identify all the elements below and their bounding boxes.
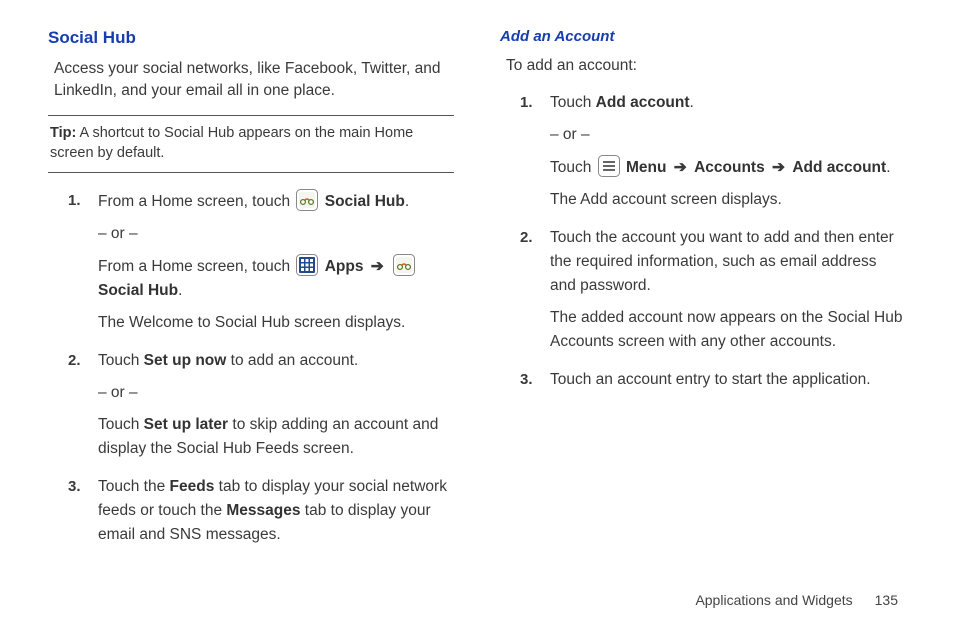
tip-text: A shortcut to Social Hub appears on the …: [50, 125, 413, 161]
step-text: Touch the account you want to add and th…: [550, 226, 906, 298]
bold-accounts: Accounts: [694, 159, 765, 176]
step-text: The added account now appears on the Soc…: [550, 306, 906, 354]
period: .: [178, 282, 182, 299]
bold-add-account: Add account: [792, 159, 886, 176]
step-text: From a Home screen, touch: [98, 258, 294, 275]
step-text: The Add account screen displays.: [550, 188, 906, 212]
bold-messages: Messages: [226, 502, 300, 519]
arrow-icon: ➔: [671, 159, 690, 176]
list-item: From a Home screen, touch Social Hub. – …: [48, 189, 454, 335]
bold-feeds: Feeds: [170, 478, 215, 495]
arrow-icon: ➔: [769, 159, 788, 176]
bold-social-hub: Social Hub: [325, 193, 405, 210]
step-text: Touch: [98, 416, 144, 433]
intro-text: Access your social networks, like Facebo…: [54, 58, 454, 101]
or-text: – or –: [550, 123, 906, 147]
steps-list-right: Touch Add account. – or – Touch Menu ➔ A…: [500, 91, 906, 392]
steps-list-left: From a Home screen, touch Social Hub. – …: [48, 189, 454, 547]
menu-icon: [598, 155, 620, 177]
list-item: Touch the Feeds tab to display your soci…: [48, 475, 454, 547]
arrow-icon: ➔: [368, 258, 387, 275]
page-number: 135: [875, 592, 898, 608]
period: .: [690, 94, 694, 111]
step-text: From a Home screen, touch: [98, 193, 294, 210]
or-text: – or –: [98, 222, 454, 246]
left-column: Social Hub Access your social networks, …: [48, 28, 454, 561]
list-item: Touch Add account. – or – Touch Menu ➔ A…: [500, 91, 906, 212]
tip-label: Tip:: [50, 125, 76, 141]
step-text: Touch the: [98, 478, 170, 495]
social-hub-icon: [296, 189, 318, 211]
bold-setup-later: Set up later: [144, 416, 228, 433]
heading-social-hub: Social Hub: [48, 28, 454, 48]
tip-box: Tip: A shortcut to Social Hub appears on…: [48, 115, 454, 172]
step-text: Touch an account entry to start the appl…: [550, 368, 906, 392]
period: .: [405, 193, 409, 210]
list-item: Touch an account entry to start the appl…: [500, 368, 906, 392]
step-text: Touch: [98, 352, 144, 369]
step-text: The Welcome to Social Hub screen display…: [98, 311, 454, 335]
or-text: – or –: [98, 381, 454, 405]
list-item: Touch the account you want to add and th…: [500, 226, 906, 354]
intro-text: To add an account:: [506, 55, 906, 77]
step-text: to add an account.: [226, 352, 358, 369]
bold-apps: Apps: [325, 258, 364, 275]
right-column: Add an Account To add an account: Touch …: [500, 28, 906, 561]
apps-icon: [296, 254, 318, 276]
bold-menu: Menu: [626, 159, 666, 176]
step-text: Touch: [550, 94, 596, 111]
social-hub-icon: [393, 254, 415, 276]
footer-section: Applications and Widgets: [695, 592, 852, 608]
period: .: [886, 159, 890, 176]
step-text: Touch: [550, 159, 596, 176]
list-item: Touch Set up now to add an account. – or…: [48, 349, 454, 461]
bold-setup-now: Set up now: [144, 352, 227, 369]
bold-add-account: Add account: [596, 94, 690, 111]
page-footer: Applications and Widgets 135: [695, 592, 898, 608]
heading-add-account: Add an Account: [500, 28, 906, 45]
bold-social-hub: Social Hub: [98, 282, 178, 299]
